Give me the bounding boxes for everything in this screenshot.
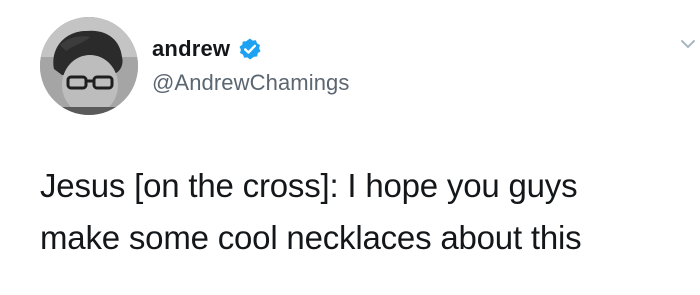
tweet-text-line: Jesus [on the cross]: I hope you guys xyxy=(40,167,578,204)
tweet-text: Jesus [on the cross]: I hope you guys ma… xyxy=(40,160,680,264)
chevron-down-icon[interactable] xyxy=(680,38,696,50)
tweet-text-line: make some cool necklaces about this xyxy=(40,219,582,256)
author-name-row[interactable]: andrew xyxy=(152,36,262,62)
display-name[interactable]: andrew xyxy=(152,36,230,62)
verified-badge-icon xyxy=(239,38,261,60)
avatar[interactable] xyxy=(40,17,138,115)
tweet-card: andrew @AndrewChamings Jesus [on the cro… xyxy=(0,0,700,295)
avatar-photo xyxy=(40,17,138,115)
user-handle[interactable]: @AndrewChamings xyxy=(152,70,349,96)
